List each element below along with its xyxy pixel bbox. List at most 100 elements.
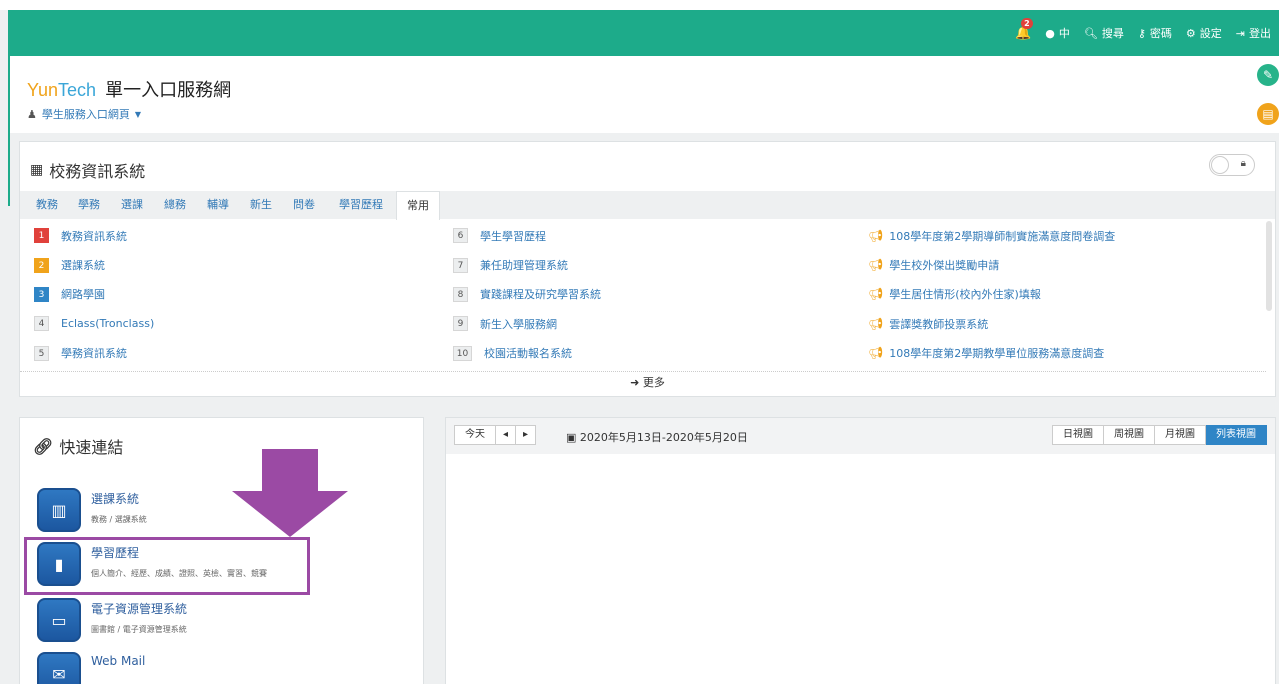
link-item[interactable]: 3 網路學園	[34, 280, 434, 309]
password-button[interactable]: ⚷ 密碼	[1138, 25, 1172, 41]
language-label: 中	[1058, 27, 1070, 40]
key-icon: ⚷	[1137, 26, 1146, 40]
next-button[interactable]: ▸	[516, 425, 537, 445]
tab-learning-portfolio[interactable]: 學習歷程	[335, 191, 387, 219]
link-number: 8	[453, 286, 468, 302]
link-item[interactable]: 10 校園活動報名系統	[453, 339, 853, 368]
link-number: 9	[453, 316, 468, 332]
link-item[interactable]: 6 學生學習歷程	[453, 221, 853, 250]
settings-label: 設定	[1199, 27, 1222, 40]
link-number: 6	[453, 228, 468, 244]
week-view-button[interactable]: 周視圖	[1104, 425, 1155, 445]
announcement-item[interactable]: 📢︎ 雲譯獎教師投票系統	[868, 309, 1268, 338]
highlight-box	[24, 537, 310, 595]
password-label: 密碼	[1149, 27, 1172, 40]
panel-title: ▦ 校務資訊系統	[30, 158, 145, 182]
link-label: 學務資訊系統	[61, 347, 127, 361]
announcement-item[interactable]: 📢︎ 108學年度第2學期教學單位服務滿意度調查	[868, 339, 1268, 368]
announcement-label: 學生居住情形(校內外住家)填報	[889, 288, 1041, 302]
search-button[interactable]: 🔍︎ 搜尋	[1084, 25, 1124, 41]
link-number: 5	[34, 345, 49, 361]
top-navbar: 🔔 2 ● 中 🔍︎ 搜尋 ⚷ 密碼 ⚙ 設定 ⇥ 登出	[8, 10, 1279, 56]
link-label: 學生學習歷程	[480, 229, 546, 243]
link-icon: 🔗︎	[33, 436, 54, 456]
link-item[interactable]: 9 新生入學服務網	[453, 309, 853, 338]
logout-label: 登出	[1249, 27, 1271, 40]
megaphone-icon: 📢︎	[868, 258, 884, 273]
logout-button[interactable]: ⇥ 登出	[1236, 25, 1271, 41]
link-item[interactable]: 8 實踐課程及研究學習系統	[453, 280, 853, 309]
pencil-icon: ✎	[1262, 68, 1274, 82]
calendar-view-group: 日視圖 周視圖 月視圖 列表視圖	[1052, 425, 1267, 445]
school-system-panel: ▦ 校務資訊系統 🔒︎ 教務 學務 選課 總務 輔導 新生 問卷 學習歷程 常用…	[19, 141, 1276, 397]
announcement-item[interactable]: 📢︎ 108學年度第2學期導師制實施滿意度問卷調查	[868, 221, 1268, 250]
edit-button[interactable]: ✎	[1257, 64, 1279, 86]
tab-freshman[interactable]: 新生	[248, 191, 274, 219]
megaphone-icon: 📢︎	[868, 346, 884, 361]
link-label: 選課系統	[61, 259, 105, 273]
link-number: 10	[453, 345, 472, 361]
link-number: 4	[34, 316, 49, 332]
portal-dropdown[interactable]: ♟ 學生服務入口網頁 ▼	[27, 106, 141, 122]
tab-counseling[interactable]: 輔導	[205, 191, 231, 219]
notes-button[interactable]: ▤	[1257, 103, 1279, 125]
gear-icon: ⚙	[1185, 26, 1196, 40]
quick-link-name: 選課系統	[91, 492, 140, 506]
globe-icon: ●	[1045, 26, 1055, 40]
notification-button[interactable]: 🔔 2	[1015, 17, 1033, 41]
link-number: 7	[453, 257, 468, 273]
announcement-item[interactable]: 📢︎ 學生居住情形(校內外住家)填報	[868, 280, 1268, 309]
settings-button[interactable]: ⚙ 設定	[1186, 25, 1222, 41]
link-item[interactable]: 2 選課系統	[34, 250, 434, 279]
tab-academic[interactable]: 教務	[34, 191, 60, 219]
announcement-item[interactable]: 📢︎ 學生校外傑出獎勵申請	[868, 250, 1268, 279]
more-button[interactable]: ➜ 更多	[20, 374, 1275, 390]
link-item[interactable]: 1 教務資訊系統	[34, 221, 434, 250]
link-item[interactable]: 4 Eclass(Tronclass)	[34, 309, 434, 338]
mail-icon: ✉	[37, 652, 81, 684]
quick-link-e-resources[interactable]: ▭ 電子資源管理系統 圖書館 / 電子資源管理系統	[37, 598, 397, 655]
link-label: 新生入學服務網	[480, 317, 557, 331]
logout-icon: ⇥	[1235, 26, 1245, 40]
windows-icon: ▦	[30, 162, 44, 178]
link-label: Eclass(Tronclass)	[61, 317, 155, 331]
lock-icon: 🔒︎	[1240, 158, 1246, 169]
today-button[interactable]: 今天	[454, 425, 496, 445]
computer-icon: ▭	[37, 598, 81, 642]
link-item[interactable]: 7 兼任助理管理系統	[453, 250, 853, 279]
link-column-2: 6 學生學習歷程 7 兼任助理管理系統 8 實踐課程及研究學習系統 9 新生入學服務網 …	[453, 221, 853, 368]
system-tabs: 教務 學務 選課 總務 輔導 新生 問卷 學習歷程 常用	[20, 191, 1275, 220]
month-view-button[interactable]: 月視圖	[1155, 425, 1206, 445]
quick-link-webmail[interactable]: ✉ Web Mail	[37, 652, 397, 684]
more-label: 更多	[642, 376, 665, 389]
link-number: 2	[34, 257, 49, 273]
brand-title[interactable]: YunTech 單一入口服務網	[27, 76, 231, 102]
day-view-button[interactable]: 日視圖	[1052, 425, 1104, 445]
toggle-knob	[1211, 156, 1229, 174]
tab-general-affairs[interactable]: 總務	[162, 191, 188, 219]
down-arrow-annotation	[232, 449, 348, 537]
announcement-column: 📢︎ 108學年度第2學期導師制實施滿意度問卷調查 📢︎ 學生校外傑出獎勵申請 📢︎…	[868, 221, 1268, 368]
language-button[interactable]: ● 中	[1045, 25, 1070, 41]
list-view-button[interactable]: 列表視圖	[1206, 425, 1267, 445]
lock-toggle[interactable]: 🔒︎	[1209, 154, 1255, 176]
prev-button[interactable]: ◂	[496, 425, 517, 445]
tab-student-affairs[interactable]: 學務	[76, 191, 102, 219]
scrollbar[interactable]	[1266, 221, 1272, 311]
link-label: 兼任助理管理系統	[480, 259, 568, 273]
link-number: 1	[34, 228, 49, 244]
tab-course-selection[interactable]: 選課	[119, 191, 145, 219]
date-range-text: 2020年5月13日-2020年5月20日	[579, 431, 748, 444]
notification-badge: 2	[1021, 17, 1033, 29]
tab-questionnaire[interactable]: 問卷	[291, 191, 317, 219]
users-icon: ♟	[27, 107, 37, 121]
calendar-toolbar: 今天 ◂ ▸ ▣ 2020年5月13日-2020年5月20日 日視圖 周視圖 月…	[446, 418, 1275, 454]
page-header: YunTech 單一入口服務網 ♟ 學生服務入口網頁 ▼	[10, 56, 1279, 133]
quick-links-title: 🔗︎ 快速連結	[33, 434, 123, 458]
link-item[interactable]: 5 學務資訊系統	[34, 339, 434, 368]
brand-subtitle: 單一入口服務網	[105, 80, 232, 100]
quick-link-desc: 圖書館 / 電子資源管理系統	[91, 625, 187, 634]
link-label: 校園活動報名系統	[484, 347, 572, 361]
tab-frequent[interactable]: 常用	[396, 191, 440, 220]
portal-dropdown-label: 學生服務入口網頁	[41, 108, 130, 121]
